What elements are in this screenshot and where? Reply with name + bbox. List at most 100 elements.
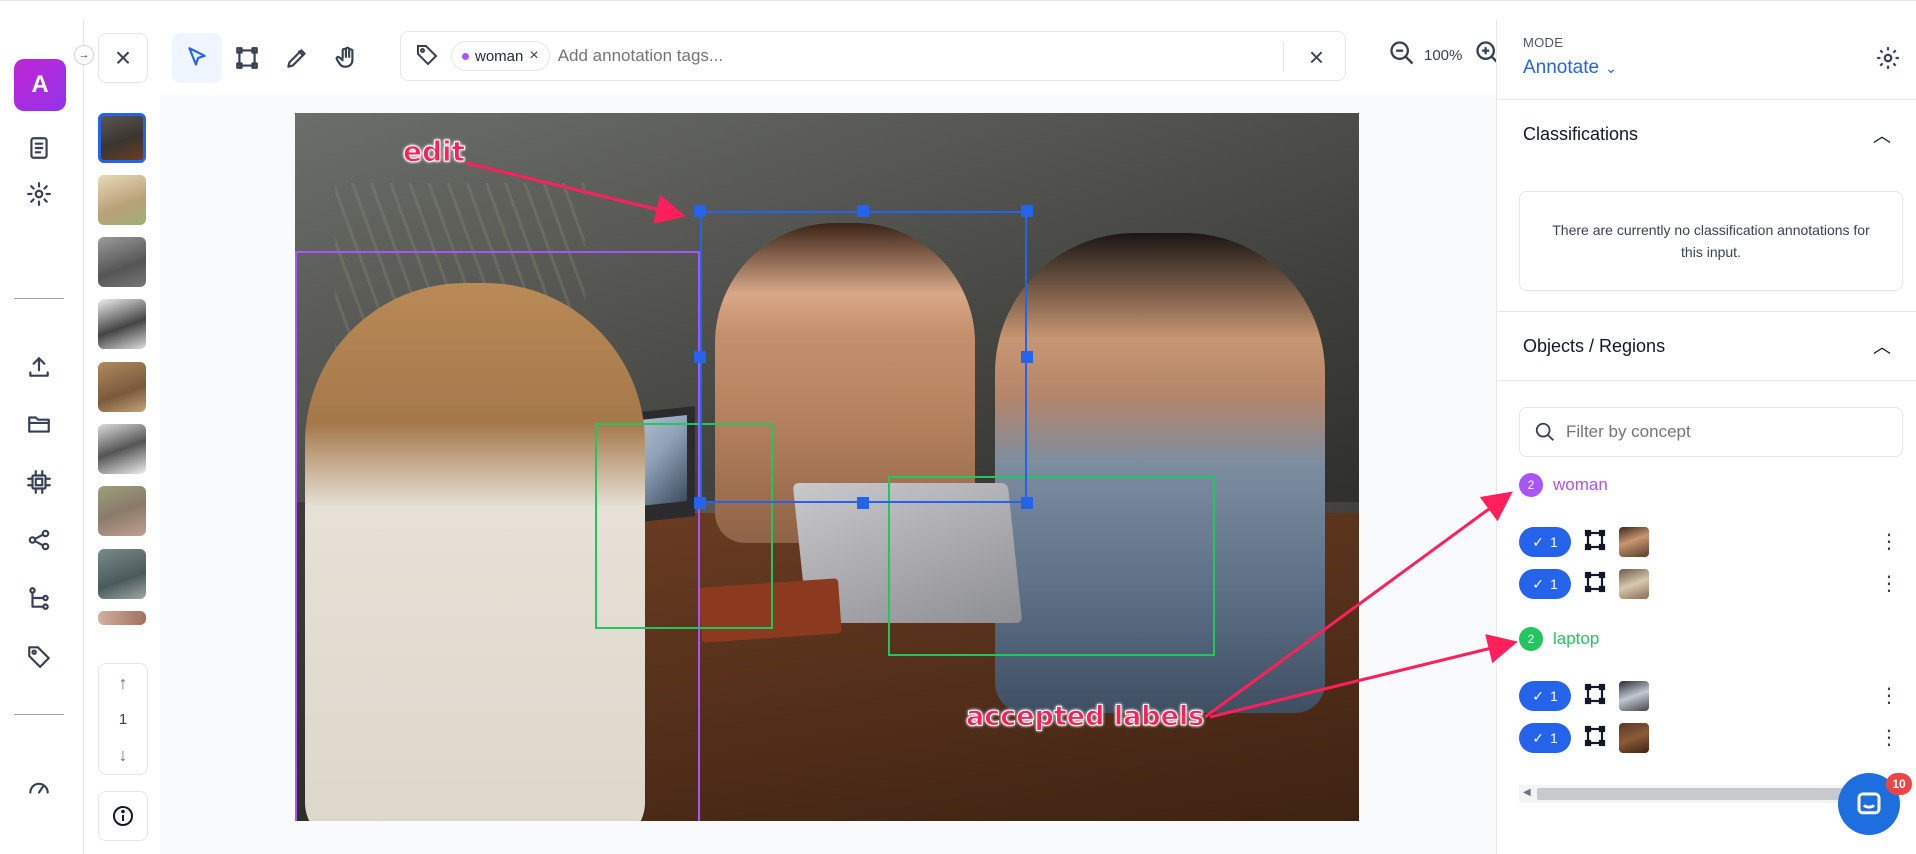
- thumbnail-item[interactable]: [98, 175, 146, 225]
- close-button[interactable]: ×: [98, 33, 148, 83]
- tag-icon: [415, 42, 439, 71]
- collapse-sidebar-button[interactable]: →: [74, 45, 94, 65]
- chat-icon: [1857, 792, 1881, 815]
- classifications-empty-state: There are currently no classification an…: [1519, 191, 1903, 291]
- resize-handle[interactable]: [1021, 205, 1033, 217]
- classifications-header[interactable]: Classifications ︿: [1497, 99, 1916, 169]
- more-options-icon[interactable]: ⋮: [1879, 574, 1899, 594]
- bbox-tool[interactable]: [222, 33, 272, 83]
- bounding-box-icon: [1583, 724, 1607, 753]
- concept-name: woman: [1553, 475, 1608, 494]
- app-logo[interactable]: A: [14, 59, 66, 111]
- arrow-down-icon[interactable]: ↓: [119, 745, 128, 766]
- accepted-badge[interactable]: ✓ 1: [1519, 681, 1571, 711]
- annotation-toolbar: woman × × 100%: [160, 19, 1500, 95]
- more-options-icon[interactable]: ⋮: [1879, 728, 1899, 748]
- more-options-icon[interactable]: ⋮: [1879, 532, 1899, 552]
- concept-name: laptop: [1553, 629, 1600, 648]
- notification-badge: 10: [1886, 773, 1912, 795]
- gauge-icon[interactable]: [24, 771, 54, 801]
- concept-woman[interactable]: 2 woman: [1519, 473, 1608, 497]
- clear-tags-icon[interactable]: ×: [1283, 42, 1331, 72]
- chevron-down-icon: ⌄: [1605, 59, 1617, 76]
- resize-handle[interactable]: [1021, 351, 1033, 363]
- arrow-up-icon[interactable]: ↑: [119, 673, 128, 694]
- settings-gear-icon[interactable]: [1875, 45, 1901, 76]
- object-row[interactable]: ✓ 1 ⋮: [1519, 679, 1909, 713]
- pan-tool[interactable]: [322, 33, 372, 83]
- resize-handle[interactable]: [694, 351, 706, 363]
- gear-icon[interactable]: [24, 179, 54, 209]
- concept-laptop[interactable]: 2 laptop: [1519, 627, 1599, 651]
- nav-divider: [14, 714, 64, 715]
- thumbnail-item[interactable]: [98, 611, 146, 625]
- accepted-badge[interactable]: ✓ 1: [1519, 569, 1571, 599]
- resize-handle[interactable]: [857, 497, 869, 509]
- scroll-left-icon[interactable]: ◀: [1523, 787, 1531, 798]
- select-tool[interactable]: [172, 33, 222, 83]
- accepted-badge[interactable]: ✓ 1: [1519, 527, 1571, 557]
- remove-tag-icon[interactable]: ×: [529, 47, 538, 65]
- upload-icon[interactable]: [24, 352, 54, 382]
- thumbnail-item[interactable]: [98, 424, 146, 474]
- object-thumbnail: [1619, 723, 1649, 753]
- zoom-level: 100%: [1424, 47, 1463, 64]
- concept-count-badge: 2: [1519, 473, 1543, 497]
- annotation-tags-bar: woman × ×: [400, 31, 1346, 81]
- concept-count-badge: 2: [1519, 627, 1543, 651]
- resize-handle[interactable]: [857, 205, 869, 217]
- polygon-tool[interactable]: [272, 33, 322, 83]
- right-panel: MODE Annotate ⌄ Classifications ︿ There …: [1496, 19, 1916, 854]
- thumbnail-item[interactable]: [98, 299, 146, 349]
- filter-by-concept[interactable]: [1519, 407, 1903, 457]
- tag-icon[interactable]: [24, 641, 54, 671]
- mode-value: Annotate: [1523, 57, 1600, 78]
- mode-dropdown[interactable]: Annotate ⌄: [1523, 57, 1617, 79]
- resize-handle[interactable]: [1021, 497, 1033, 509]
- check-icon: ✓: [1532, 687, 1544, 704]
- workflow-icon[interactable]: [24, 583, 54, 613]
- check-icon: ✓: [1532, 729, 1544, 746]
- share-icon[interactable]: [24, 525, 54, 555]
- thumbnail-item[interactable]: [98, 237, 146, 287]
- chevron-up-icon[interactable]: ︿: [1873, 333, 1891, 359]
- accepted-badge[interactable]: ✓ 1: [1519, 723, 1571, 753]
- more-options-icon[interactable]: ⋮: [1879, 686, 1899, 706]
- filter-input[interactable]: [1566, 422, 1866, 442]
- cursor-icon: [188, 47, 206, 66]
- thumbnail-item[interactable]: [98, 486, 146, 536]
- document-icon[interactable]: [24, 133, 54, 163]
- objects-title: Objects / Regions: [1523, 335, 1666, 356]
- selected-woman-bbox[interactable]: [700, 211, 1027, 503]
- object-row[interactable]: ✓ 1 ⋮: [1519, 721, 1909, 755]
- resize-handle[interactable]: [694, 497, 706, 509]
- resize-handle[interactable]: [694, 205, 706, 217]
- classifications-title: Classifications: [1523, 124, 1639, 144]
- laptop-bbox[interactable]: [888, 476, 1215, 656]
- annotation-tags-input[interactable]: [557, 46, 1258, 66]
- hand-icon: [335, 46, 354, 68]
- input-thumbnails: × ↑ 1 ↓: [84, 19, 160, 854]
- objects-header[interactable]: Objects / Regions ︿: [1497, 311, 1916, 381]
- bounding-box-icon: [1583, 528, 1607, 557]
- object-row[interactable]: ✓ 1 ⋮: [1519, 525, 1909, 559]
- left-nav: A: [0, 19, 84, 854]
- folder-icon[interactable]: [24, 409, 54, 439]
- scrollbar-thumb[interactable]: [1537, 788, 1877, 800]
- zoom-out-icon[interactable]: [1388, 39, 1418, 69]
- bounding-box-icon: [1583, 570, 1607, 599]
- object-row[interactable]: ✓ 1 ⋮: [1519, 567, 1909, 601]
- check-icon: ✓: [1532, 575, 1544, 592]
- tag-color-dot: [462, 52, 469, 60]
- annotation-canvas[interactable]: [160, 95, 1496, 854]
- check-icon: ✓: [1532, 533, 1544, 550]
- thumbnail-item[interactable]: [98, 549, 146, 599]
- thumbnail-item-active[interactable]: [98, 113, 146, 163]
- cpu-icon[interactable]: [24, 467, 54, 497]
- chevron-up-icon[interactable]: ︿: [1873, 122, 1891, 148]
- tag-chip-label: woman: [475, 47, 524, 65]
- accepted-labels-callout: accepted labels: [965, 701, 1205, 733]
- thumbnail-item[interactable]: [98, 362, 146, 412]
- info-button[interactable]: [98, 791, 148, 841]
- bounding-box-icon: [236, 47, 258, 69]
